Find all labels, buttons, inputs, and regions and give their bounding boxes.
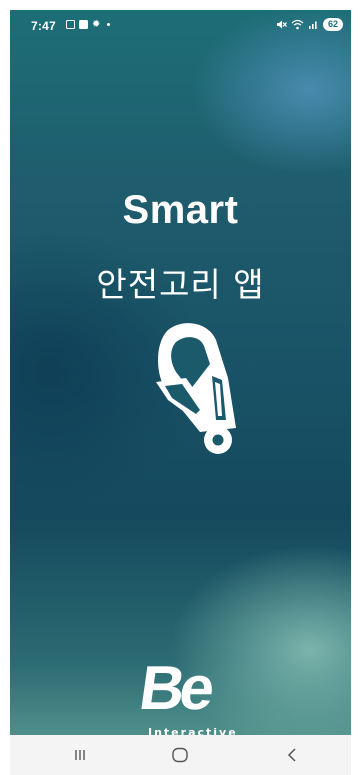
home-icon[interactable] [165, 745, 195, 765]
app-title: Smart [122, 188, 239, 232]
splash-screen: 7:47 ✹ 62 Smart 안전고리 앱 Be Interactive [10, 10, 351, 735]
app-subtitle: 안전고리 앱 [96, 265, 265, 304]
status-bar: 7:47 ✹ 62 [10, 10, 351, 40]
recent-apps-icon[interactable] [65, 745, 95, 765]
navigation-bar [10, 735, 351, 775]
notification-dot-icon [107, 23, 111, 26]
status-time: 7:47 [31, 19, 56, 33]
system-icons: 62 [276, 18, 343, 31]
settings-icon: ✹ [92, 19, 101, 30]
battery-icon: 62 [322, 18, 343, 31]
safety-hook-icon [156, 323, 236, 454]
signal-icon [308, 21, 317, 29]
wifi-icon [291, 19, 304, 30]
message-icon [79, 20, 88, 29]
brand-logo: Be Interactive [130, 654, 240, 735]
gallery-icon [66, 20, 75, 29]
back-icon[interactable] [277, 745, 307, 765]
mute-icon [276, 20, 287, 29]
brand-name: Be [135, 654, 215, 723]
brand-tagline: Interactive [148, 726, 238, 735]
notification-icons: ✹ [66, 19, 111, 30]
